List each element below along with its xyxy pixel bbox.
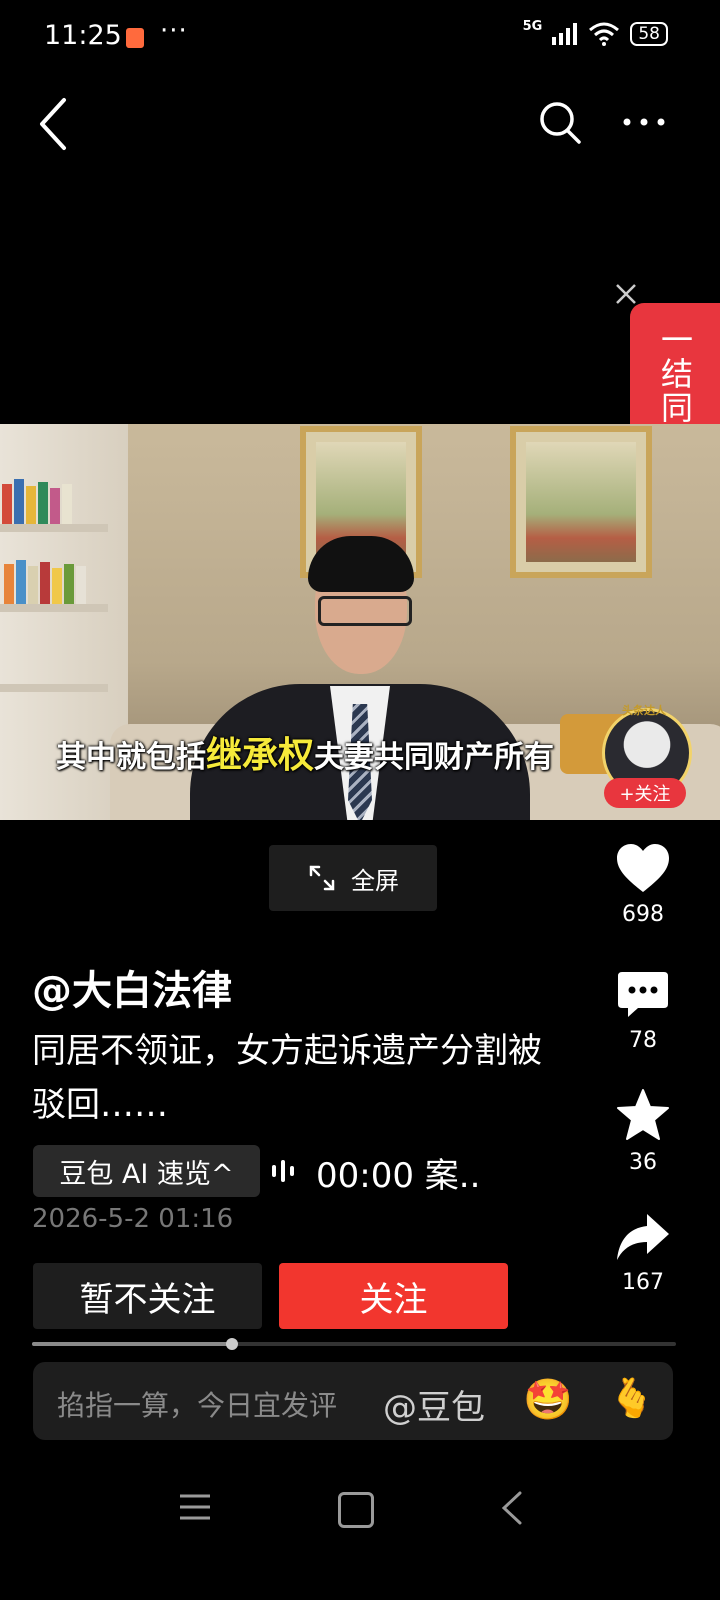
- creator-badge-label: 头条达人: [622, 704, 666, 717]
- expand-icon: [309, 865, 335, 891]
- favorite-action[interactable]: 36: [606, 1088, 680, 1175]
- wifi-icon: [589, 22, 620, 46]
- video-progress-fill: [32, 1342, 232, 1346]
- share-count: 167: [622, 1270, 664, 1295]
- subtitle-highlight: 继承权: [206, 735, 315, 776]
- comment-placeholder[interactable]: 掐指一算，今日宜发评: [57, 1384, 337, 1424]
- wall-painting-right: [510, 426, 652, 578]
- signal-icon: [552, 23, 578, 45]
- speaker-hair: [308, 536, 414, 592]
- battery-indicator: 58: [630, 22, 668, 46]
- status-more-dots: ···: [160, 16, 188, 46]
- comment-action[interactable]: 78: [606, 970, 680, 1053]
- back-button[interactable]: [34, 96, 74, 152]
- nav-back-icon[interactable]: [498, 1490, 526, 1526]
- heart-hand-emoji-button[interactable]: 🫰: [608, 1376, 655, 1421]
- star-eyes-emoji-button[interactable]: 🤩: [523, 1376, 573, 1423]
- promo-close-button[interactable]: [612, 280, 640, 308]
- status-time: 11:25: [44, 20, 122, 51]
- favorite-count: 36: [629, 1150, 657, 1175]
- audio-summary-text[interactable]: 00:00 案..: [316, 1148, 480, 1197]
- share-action[interactable]: 167: [606, 1212, 680, 1295]
- speaker-glasses: [318, 596, 412, 626]
- notification-app-icon: [126, 28, 144, 48]
- subtitle-text: 其中就包括: [56, 740, 206, 775]
- nav-recent-apps-icon[interactable]: [178, 1492, 212, 1522]
- fullscreen-label: 全屏: [351, 866, 399, 895]
- comment-input-bar[interactable]: 掐指一算，今日宜发评 @豆包 🤩 🫰: [33, 1362, 673, 1440]
- audio-wave-icon[interactable]: [270, 1158, 300, 1184]
- comment-icon: [618, 972, 668, 1017]
- video-progress-thumb[interactable]: [225, 1338, 238, 1350]
- mention-doubao-button[interactable]: @豆包: [383, 1380, 485, 1429]
- nav-home-icon[interactable]: [338, 1492, 374, 1528]
- network-type: 5G: [522, 18, 543, 34]
- share-icon: [617, 1214, 669, 1260]
- heart-icon: [617, 844, 669, 892]
- author-name[interactable]: @大白法律: [32, 958, 232, 1016]
- not-follow-button[interactable]: 暂不关注: [33, 1263, 262, 1329]
- fullscreen-button[interactable]: 全屏: [269, 845, 437, 911]
- comment-count: 78: [629, 1028, 657, 1053]
- star-icon: [617, 1089, 669, 1140]
- search-button[interactable]: [538, 100, 582, 146]
- post-date: 2026-5-2 01:16: [32, 1204, 234, 1234]
- more-options-button[interactable]: [622, 110, 666, 134]
- follow-button[interactable]: 关注: [279, 1263, 508, 1329]
- subtitle-text-rest: 夫妻共同财产所有: [314, 740, 555, 775]
- creator-follow-button[interactable]: +关注: [604, 778, 686, 808]
- status-indicators: 5G 58: [522, 18, 668, 46]
- ai-summary-button[interactable]: 豆包 AI 速览^: [33, 1145, 260, 1197]
- post-description[interactable]: 同居不领证，女方起诉遗产分割被驳回……: [32, 1024, 552, 1132]
- video-subtitle: 其中就包括继承权夫妻共同财产所有: [56, 726, 554, 778]
- like-action[interactable]: 698: [606, 842, 680, 927]
- like-count: 698: [622, 902, 664, 927]
